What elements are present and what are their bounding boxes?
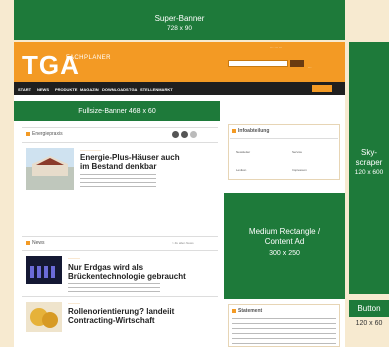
header-small-link[interactable]: ··· (308, 66, 312, 70)
section-bullet-icon (26, 132, 30, 136)
news1-headline-line2[interactable]: Brückentechnologie gebraucht (68, 272, 186, 281)
super-banner-label: Super-Banner (154, 14, 205, 23)
news1-headline-line1[interactable]: Nur Erdgas wird als (68, 263, 143, 272)
news1-overline: ———— (68, 256, 80, 260)
medium-rectangle-label-line2: Content Ad (264, 237, 305, 246)
divider (22, 250, 218, 251)
nav-item-magazin[interactable]: MAGAZIN (80, 87, 99, 92)
skyscraper-size: 120 x 600 (354, 169, 384, 176)
fullsize-banner-ad[interactable]: Fullsize-Banner 468 x 60 (14, 101, 220, 121)
all-news-link[interactable]: > Zu allen News (172, 241, 194, 245)
news-section-title: News (32, 240, 45, 246)
image-detail (30, 266, 34, 278)
info-box-item-newsletter[interactable]: Newsletter (236, 150, 250, 154)
nav-action-button[interactable] (312, 85, 332, 92)
skyscraper-label-line2: scraper (355, 158, 383, 167)
section-bullet-icon (232, 129, 236, 133)
fullsize-banner-label: Fullsize-Banner 468 x 60 (78, 108, 156, 115)
skyscraper-label-line1: Sky- (361, 148, 377, 157)
super-banner-size: 728 x 90 (167, 25, 192, 32)
statement-box-title: Statement (238, 308, 263, 314)
divider (22, 127, 218, 128)
medium-rectangle-ad[interactable]: Medium Rectangle / Content Ad 300 x 250 (224, 193, 345, 299)
news2-image[interactable] (26, 302, 62, 332)
featured-headline-line1[interactable]: Energie-Plus-Häuser auch (80, 153, 180, 162)
featured-headline-line2[interactable]: im Bestand denkbar (80, 162, 156, 171)
statement-box-text (232, 318, 336, 344)
medium-rectangle-label-line1: Medium Rectangle / (248, 227, 321, 236)
button-ad-size: 120 x 60 (355, 320, 383, 327)
featured-teaser-text (80, 174, 156, 188)
slider-prev-icon[interactable] (172, 131, 179, 138)
medium-rectangle-size: 300 x 250 (269, 250, 300, 257)
info-box-item-service[interactable]: Service (292, 150, 302, 154)
slider-dot-icon[interactable] (190, 131, 197, 138)
header-top-links[interactable]: ··· ··· ··· (270, 46, 282, 50)
section-bullet-icon (232, 309, 236, 313)
nav-item-downloads[interactable]: DOWNLOADS (102, 87, 129, 92)
info-box-item-lexikon[interactable]: Lexikon (236, 168, 246, 172)
divider (230, 138, 338, 139)
image-detail (37, 266, 41, 278)
slider-next-icon[interactable] (181, 131, 188, 138)
featured-overline: ——————— (80, 148, 101, 152)
divider (22, 236, 218, 237)
search-input[interactable] (228, 60, 288, 67)
featured-section-title: Energiepraxis (32, 131, 63, 137)
super-banner-ad[interactable]: Super-Banner 728 x 90 (14, 0, 345, 40)
news2-overline: ———— (68, 301, 80, 305)
nav-item-news[interactable]: NEWS (37, 87, 49, 92)
news2-headline-line2[interactable]: Contracting-Wirtschaft (68, 316, 155, 325)
divider (22, 142, 218, 143)
section-bullet-icon (26, 241, 30, 245)
nav-item-stellenmarkt[interactable]: STELLENMARKT (140, 87, 173, 92)
image-detail (44, 266, 48, 278)
nav-item-start[interactable]: START (18, 87, 31, 92)
info-box-item-impressum[interactable]: Impressum (292, 168, 307, 172)
search-button[interactable] (290, 60, 304, 67)
featured-image[interactable] (26, 148, 74, 190)
site-logo-subtitle: FACHPLANER (66, 55, 112, 61)
skyscraper-ad[interactable]: Sky- scraper 120 x 600 (349, 42, 389, 294)
divider (22, 296, 218, 297)
news1-image[interactable] (26, 256, 62, 284)
image-detail (51, 266, 55, 278)
info-box-title: Infoabteilung (238, 128, 270, 134)
button-ad[interactable]: Button (349, 300, 389, 317)
nav-item-produkte[interactable]: PRODUKTE (55, 87, 77, 92)
button-ad-label: Button (357, 304, 381, 313)
image-detail (42, 312, 58, 328)
nav-item-tga[interactable]: TGA (129, 87, 137, 92)
news1-teaser-text (68, 283, 160, 292)
news2-headline-line1[interactable]: Rollenorientierung? landeiit (68, 307, 174, 316)
